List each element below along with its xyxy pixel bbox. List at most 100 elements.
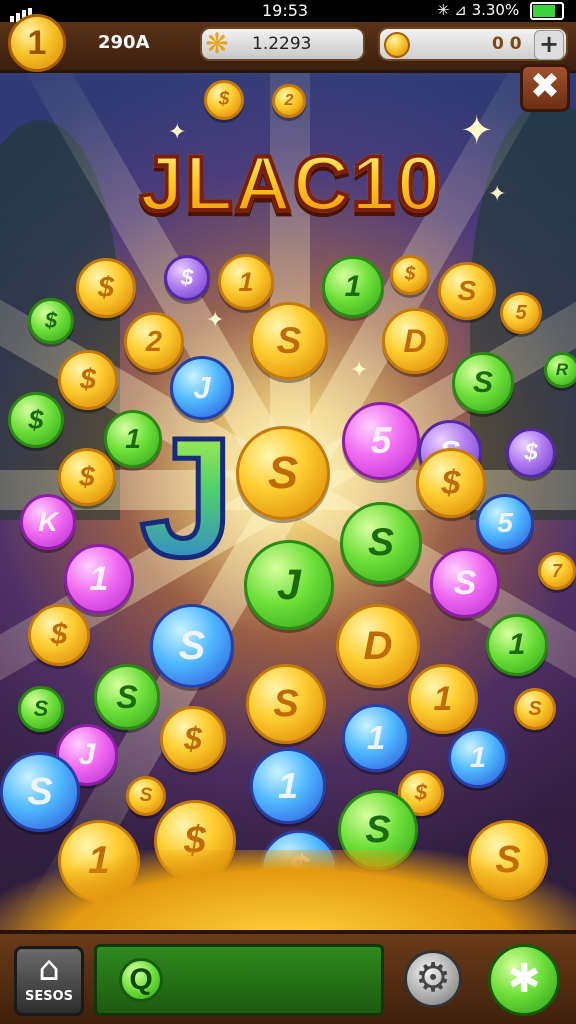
coin-green[interactable]: R [544,352,576,388]
coin-label: S [276,320,302,361]
sparkle-icon: ✦ [350,358,369,383]
sparkle-icon: ✦ [168,120,187,145]
coin-gold[interactable]: $ [160,706,226,772]
coin-label: J [78,738,96,771]
currency-bar[interactable]: 0 0 + [378,27,568,61]
coin-gold[interactable]: $ [390,255,430,295]
coin-gold[interactable]: 7 [538,552,576,590]
coin-purple[interactable]: $ [164,255,210,301]
battery-icon [530,1,564,20]
coin-label: R [555,360,569,379]
coin-label: 5 [515,301,527,324]
coin-label: 1 [366,719,386,756]
coin-gold[interactable]: 2 [272,84,306,118]
coin-label: J [193,370,211,405]
coin-label: $ [524,439,538,466]
coin-label: 1 [238,266,254,297]
coin-green[interactable]: $ [28,298,74,344]
coin-label: 1 [89,559,109,598]
coin-blue[interactable]: S [0,752,80,832]
coin-pink[interactable]: K [20,494,76,550]
coin-label: K [38,506,58,537]
status-time: 19:53 [262,1,309,20]
center-letter: J [132,411,242,586]
gem-value: 1.2293 [252,34,312,54]
coin-label: $ [441,463,461,502]
coin-green[interactable]: S [452,352,514,414]
settings-button[interactable]: ⚙ [404,950,462,1008]
coin-label: S [528,697,542,720]
coin-label: 7 [551,560,562,581]
home-label: SESOS [24,989,74,1004]
coin-green[interactable]: S [18,686,64,732]
coin-blue[interactable]: 1 [448,728,508,788]
coin-green[interactable]: S [340,502,422,584]
coin-gold[interactable]: 2 [124,312,184,372]
coin-label: S [273,682,299,725]
light-ray [270,0,310,490]
coin-gold[interactable]: D [382,308,448,374]
status-indicators: ✳ ⊿ 3.30% [437,1,564,20]
coin-green[interactable]: 1 [486,614,548,676]
coin-label: S [453,563,477,602]
coin-gold[interactable]: 1 [218,254,274,310]
close-button[interactable]: ✖ [520,64,570,112]
coin-label: 1 [508,628,526,661]
coin-label: S [116,678,138,715]
coin-pink[interactable]: 5 [342,402,420,480]
coin-blue[interactable]: S [150,604,234,688]
coin-green[interactable]: J [244,540,334,630]
coin-pile [0,850,576,940]
coin-label: $ [97,271,115,304]
coin-label: 1 [277,765,299,806]
coin-gold[interactable]: $ [76,258,136,318]
coin-gold[interactable]: $ [416,448,486,518]
action-button[interactable]: ✱ [488,944,560,1016]
main-coin-icon[interactable]: 1 [8,14,66,72]
coin-label: J [277,560,301,609]
coin-gold[interactable]: S [236,426,330,520]
coin-gold[interactable]: S [246,664,326,744]
coin-gold[interactable]: S [250,302,328,380]
coin-blue[interactable]: 1 [250,748,326,824]
gear-icon: ⚙ [415,955,451,1001]
coin-gold[interactable]: S [126,776,166,816]
coin-pink[interactable]: S [430,548,500,618]
coin-label: S [27,770,53,813]
coin-gold[interactable]: 1 [408,664,478,734]
coin-label: 5 [370,420,392,461]
coin-gold[interactable]: S [514,688,556,730]
coin-green[interactable]: S [94,664,160,730]
coin-pink[interactable]: 1 [64,544,134,614]
sparkle-icon: ✦ [488,182,507,207]
coin-green[interactable]: $ [8,392,64,448]
add-currency-button[interactable]: + [534,30,564,60]
gem-counter[interactable]: ❋ 1.2293 [200,27,365,61]
sparkle-icon: ✱ [507,956,541,1002]
coin-label: D [363,623,393,668]
bottom-bar: ⌂ SESOS Q ⚙ ✱ [0,930,576,1024]
coin-gold[interactable]: $ [58,350,118,410]
coin-purple[interactable]: $ [506,428,556,478]
coin-gold[interactable]: 5 [500,292,542,334]
search-icon[interactable]: Q [119,958,163,1002]
coin-gold[interactable]: $ [28,604,90,666]
coin-gold[interactable]: $ [58,448,116,506]
coin-gold[interactable]: S [438,262,496,320]
coin-blue[interactable]: 5 [476,494,534,552]
coin-gold[interactable]: D [336,604,420,688]
coin-gold[interactable]: $ [204,80,244,120]
coin-label: $ [50,618,68,651]
coin-blue[interactable]: 1 [342,704,410,772]
coin-green[interactable]: 1 [322,256,384,318]
coin-label: S [457,275,477,306]
coin-label: 1 [344,270,362,303]
coin-count: 290A [98,32,150,53]
coin-label: $ [79,363,97,396]
coin-label: S [33,696,49,721]
home-button[interactable]: ⌂ SESOS [14,946,84,1016]
search-bar[interactable]: Q [94,944,384,1016]
coin-label: $ [79,461,95,492]
coin-label: $ [184,720,202,757]
gem-icon: ❋ [205,27,229,60]
